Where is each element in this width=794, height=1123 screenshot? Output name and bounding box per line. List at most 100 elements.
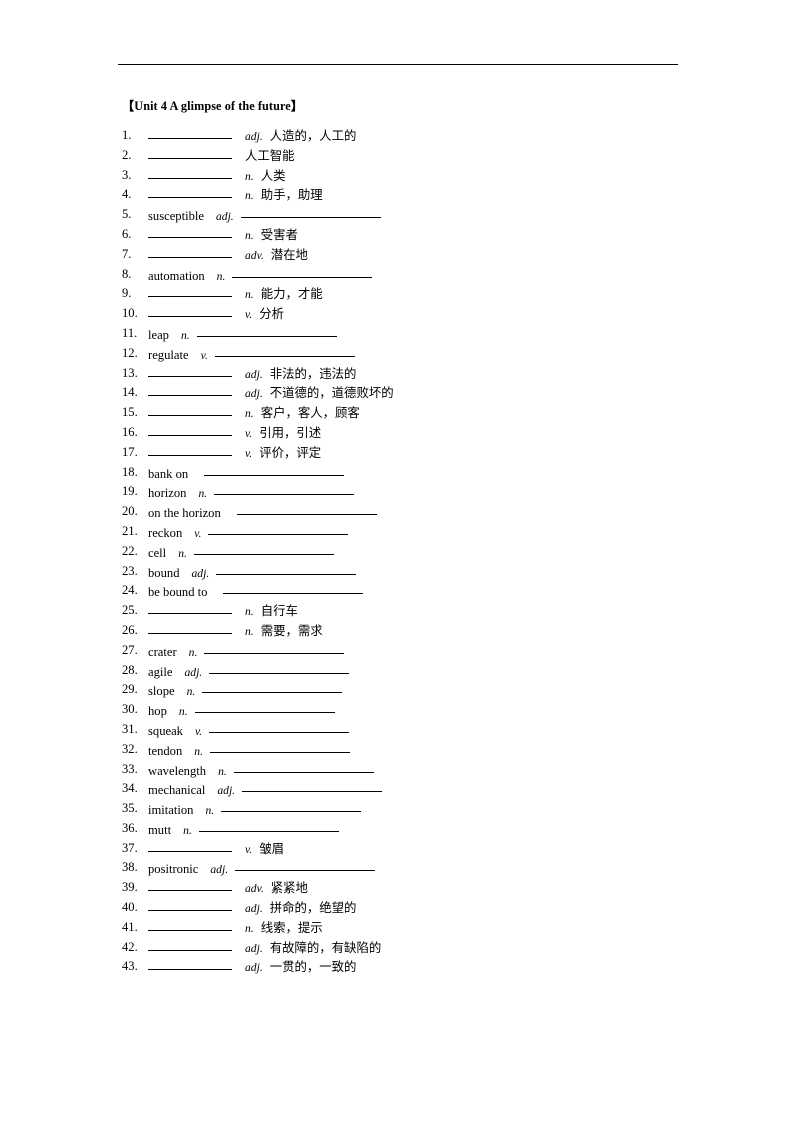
definition-column: v. 引用，引述 bbox=[245, 423, 321, 444]
answer-blank[interactable] bbox=[148, 443, 232, 456]
answer-blank[interactable] bbox=[148, 878, 232, 892]
part-of-speech: n. bbox=[205, 804, 215, 818]
vocab-row: 2. 人工智能 bbox=[0, 146, 794, 166]
vocabulary-list: 1. adj. 人造的，人工的 2. 人工智能 3. n. 人类 4. n. 助手，助理 5. susc… bbox=[0, 126, 794, 977]
row-body: tendon n. bbox=[148, 740, 350, 762]
answer-blank[interactable] bbox=[148, 957, 232, 971]
answer-blank[interactable] bbox=[235, 858, 376, 872]
vocab-row: 22. cell n. bbox=[0, 542, 794, 562]
definition-column: n. 线索，提示 bbox=[245, 918, 323, 939]
vocab-row: 40. adj. 拼命的，绝望的 bbox=[0, 898, 794, 918]
definition-column: adj. 非法的，违法的 bbox=[245, 364, 356, 385]
answer-blank[interactable] bbox=[194, 700, 335, 714]
answer-blank[interactable] bbox=[148, 839, 232, 852]
answer-blank[interactable] bbox=[209, 661, 350, 674]
part-of-speech: adj. bbox=[184, 665, 203, 679]
answer-blank[interactable] bbox=[232, 265, 373, 278]
header-rule bbox=[118, 64, 678, 65]
answer-blank[interactable] bbox=[148, 364, 232, 377]
vocab-row: 41. n. 线索，提示 bbox=[0, 918, 794, 938]
part-of-speech: adj. bbox=[245, 387, 263, 401]
answer-blank[interactable] bbox=[236, 502, 377, 516]
row-body: wavelength n. bbox=[148, 760, 374, 782]
answer-blank[interactable] bbox=[209, 740, 350, 753]
definition-column: n. 自行车 bbox=[245, 601, 298, 622]
answer-blank[interactable] bbox=[148, 126, 232, 139]
vocab-row: 18. bank on bbox=[0, 463, 794, 483]
row-body: adj. 拼命的，绝望的 bbox=[148, 898, 356, 920]
definition-column: n. 客户，客人，顾客 bbox=[245, 403, 360, 424]
answer-blank[interactable] bbox=[216, 562, 357, 575]
chinese-gloss: 有故障的，有缺陷的 bbox=[269, 939, 382, 955]
answer-blank[interactable] bbox=[148, 898, 232, 912]
answer-blank[interactable] bbox=[209, 720, 350, 733]
definition-column: n. 能力，才能 bbox=[245, 284, 323, 305]
definition-column: n. 人类 bbox=[245, 166, 285, 187]
answer-blank[interactable] bbox=[208, 522, 349, 535]
part-of-speech: adj. bbox=[245, 902, 263, 916]
answer-blank[interactable] bbox=[214, 344, 355, 357]
answer-blank[interactable] bbox=[148, 245, 232, 258]
vocab-row: 36. mutt n. bbox=[0, 819, 794, 839]
row-body: cell n. bbox=[148, 542, 334, 564]
vocab-row: 6. n. 受害者 bbox=[0, 225, 794, 245]
answer-blank[interactable] bbox=[148, 403, 232, 417]
row-number: 41. bbox=[122, 919, 138, 934]
part-of-speech: n. bbox=[245, 624, 254, 638]
answer-blank[interactable] bbox=[193, 542, 334, 555]
row-body: hop n. bbox=[148, 700, 335, 722]
chinese-gloss: 非法的，违法的 bbox=[269, 365, 357, 381]
answer-blank[interactable] bbox=[148, 423, 232, 436]
row-body: squeak v. bbox=[148, 720, 350, 742]
row-number: 17. bbox=[122, 444, 138, 459]
vocab-row: 23. bound adj. bbox=[0, 562, 794, 582]
definition-column: v. 分析 bbox=[245, 304, 284, 325]
answer-blank[interactable] bbox=[233, 760, 374, 773]
answer-blank[interactable] bbox=[204, 641, 345, 654]
part-of-speech: n. bbox=[186, 685, 196, 699]
row-number: 16. bbox=[122, 424, 138, 439]
answer-blank[interactable] bbox=[148, 166, 232, 179]
answer-blank[interactable] bbox=[202, 680, 343, 694]
answer-blank[interactable] bbox=[196, 324, 337, 337]
row-number: 40. bbox=[122, 900, 138, 915]
row-body: susceptible adj. bbox=[148, 205, 381, 227]
answer-blank[interactable] bbox=[148, 918, 232, 931]
part-of-speech: n. bbox=[183, 823, 192, 837]
answer-blank[interactable] bbox=[148, 621, 232, 634]
answer-blank[interactable] bbox=[148, 284, 232, 298]
row-number: 2. bbox=[122, 147, 132, 162]
row-number: 6. bbox=[122, 226, 132, 241]
part-of-speech: adj. bbox=[245, 941, 263, 955]
row-number: 33. bbox=[122, 761, 138, 776]
answer-blank[interactable] bbox=[148, 146, 232, 159]
answer-blank[interactable] bbox=[242, 779, 383, 793]
vocab-row: 20. on the horizon bbox=[0, 502, 794, 522]
row-body: adv. 潜在地 bbox=[148, 245, 308, 267]
answer-blank[interactable] bbox=[148, 225, 232, 238]
answer-blank[interactable] bbox=[240, 205, 381, 219]
answer-blank[interactable] bbox=[204, 463, 345, 476]
part-of-speech: n. bbox=[245, 189, 254, 203]
part-of-speech: adj. bbox=[191, 566, 210, 580]
answer-blank[interactable] bbox=[148, 304, 232, 318]
row-body: v. 引用，引述 bbox=[148, 423, 321, 445]
answer-blank[interactable] bbox=[148, 601, 232, 615]
row-body: adj. 不道德的，道德败坏的 bbox=[148, 383, 394, 405]
row-number: 30. bbox=[122, 702, 138, 717]
chinese-gloss: 皱眉 bbox=[259, 840, 284, 856]
answer-blank[interactable] bbox=[148, 185, 232, 199]
answer-blank[interactable] bbox=[221, 799, 362, 813]
answer-blank[interactable] bbox=[214, 482, 355, 496]
vocab-row: 19. horizon n. bbox=[0, 482, 794, 502]
answer-blank[interactable] bbox=[223, 581, 364, 595]
row-body: positronic adj. bbox=[148, 858, 376, 880]
part-of-speech: v. bbox=[245, 426, 253, 440]
vocab-row: 11. leap n. bbox=[0, 324, 794, 344]
answer-blank[interactable] bbox=[148, 938, 232, 951]
row-body: bank on bbox=[148, 463, 345, 485]
answer-blank[interactable] bbox=[198, 819, 339, 832]
answer-blank[interactable] bbox=[148, 383, 232, 397]
chinese-gloss: 助手，助理 bbox=[260, 187, 323, 203]
vocab-row: 25. n. 自行车 bbox=[0, 601, 794, 621]
